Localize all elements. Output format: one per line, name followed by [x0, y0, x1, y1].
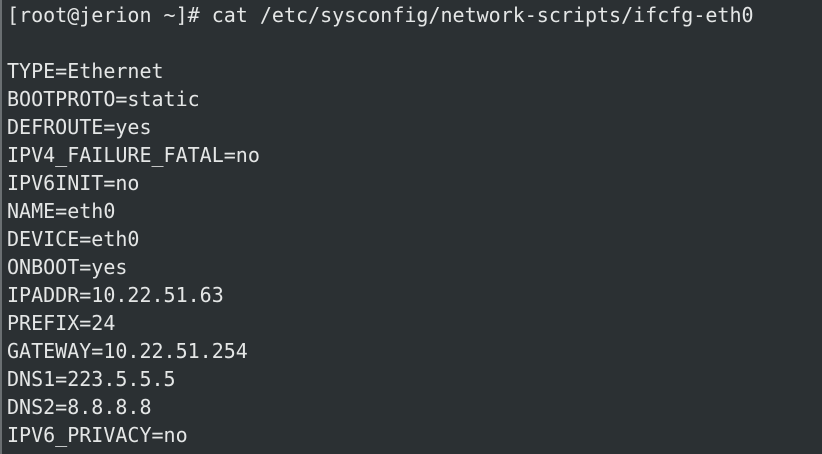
terminal-window[interactable]: [root@jerion ~]# cat /etc/sysconfig/netw…	[0, 0, 822, 454]
shell-prompt: [root@jerion ~]#	[7, 3, 212, 27]
output-line: DEVICE=eth0	[7, 227, 140, 251]
output-line: TYPE=Ethernet	[7, 59, 164, 83]
output-line: DNS2=8.8.8.8	[7, 395, 152, 419]
output-line: DEFROUTE=yes	[7, 115, 152, 139]
output-line: IPV4_FAILURE_FATAL=no	[7, 143, 260, 167]
output-line: IPADDR=10.22.51.63	[7, 283, 224, 307]
output-line: IPV6_PRIVACY=no	[7, 423, 188, 447]
output-line: ONBOOT=yes	[7, 255, 128, 279]
command-text: cat /etc/sysconfig/network-scripts/ifcfg…	[211, 3, 754, 27]
output-line: BOOTPROTO=static	[7, 87, 200, 111]
output-line: DNS1=223.5.5.5	[7, 367, 176, 391]
output-line: IPV6INIT=no	[7, 171, 140, 195]
output-line: GATEWAY=10.22.51.254	[7, 339, 248, 363]
command-line: [root@jerion ~]# cat /etc/sysconfig/netw…	[7, 1, 754, 29]
output-line: NAME=eth0	[7, 199, 116, 223]
output-line: PREFIX=24	[7, 311, 116, 335]
